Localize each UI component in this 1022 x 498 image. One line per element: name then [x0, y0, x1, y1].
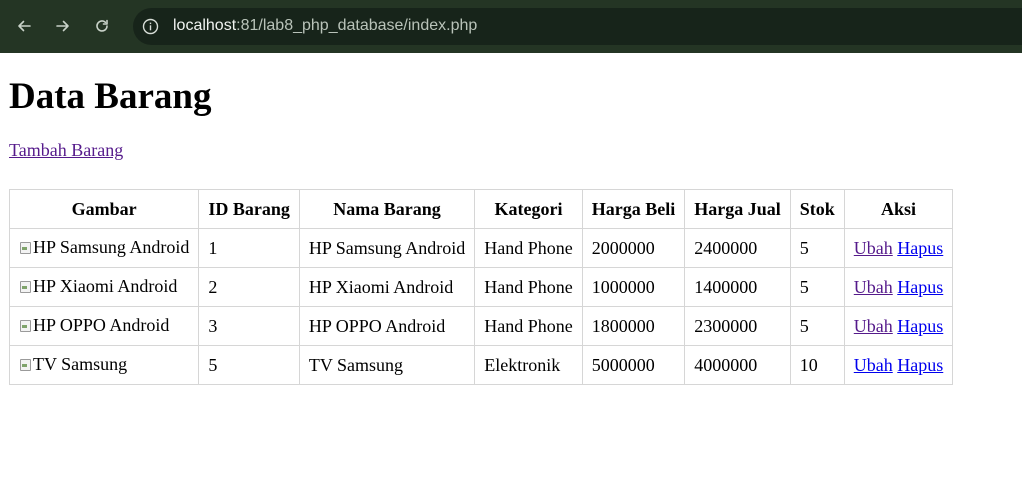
edit-link[interactable]: Ubah: [854, 355, 893, 375]
broken-image-icon: [19, 279, 31, 294]
category-cell: Elektronik: [474, 345, 583, 385]
broken-image: TV Samsung: [19, 354, 127, 375]
action-cell: Ubah Hapus: [843, 228, 954, 268]
buy-price-cell: 1000000: [581, 267, 686, 307]
broken-image: HP Samsung Android: [19, 237, 189, 258]
name-cell: HP Xiaomi Android: [298, 267, 476, 307]
sell-price-cell: 4000000: [684, 345, 791, 385]
header-aksi: Aksi: [843, 189, 954, 229]
table-row: HP Xiaomi Android 2 HP Xiaomi Android Ha…: [8, 267, 954, 307]
image-cell: HP Xiaomi Android: [8, 267, 200, 307]
edit-link[interactable]: Ubah: [854, 277, 893, 297]
buy-price-cell: 1800000: [581, 306, 686, 346]
id-cell: 2: [198, 267, 300, 307]
edit-link[interactable]: Ubah: [854, 316, 893, 336]
header-harga-beli: Harga Beli: [581, 189, 686, 229]
url-path: :81/lab8_php_database/index.php: [236, 17, 478, 34]
delete-link[interactable]: Hapus: [897, 277, 943, 297]
buy-price-cell: 2000000: [581, 228, 686, 268]
add-item-link[interactable]: Tambah Barang: [9, 140, 123, 161]
sell-price-cell: 1400000: [684, 267, 791, 307]
info-icon[interactable]: [142, 18, 159, 35]
action-cell: Ubah Hapus: [843, 345, 954, 385]
image-cell: HP Samsung Android: [8, 228, 200, 268]
image-cell: HP OPPO Android: [8, 306, 200, 346]
image-alt-text: HP Xiaomi Android: [33, 275, 178, 296]
sell-price-cell: 2300000: [684, 306, 791, 346]
sell-price-cell: 2400000: [684, 228, 791, 268]
edit-link[interactable]: Ubah: [854, 238, 893, 258]
id-cell: 3: [198, 306, 300, 346]
category-cell: Hand Phone: [474, 228, 583, 268]
broken-image-icon: [19, 318, 31, 333]
url-text[interactable]: localhost:81/lab8_php_database/index.php: [173, 17, 477, 35]
reload-button[interactable]: [89, 13, 115, 39]
back-button[interactable]: [11, 13, 37, 39]
image-alt-text: HP Samsung Android: [33, 236, 190, 257]
buy-price-cell: 5000000: [581, 345, 686, 385]
id-cell: 5: [198, 345, 300, 385]
stock-cell: 5: [789, 267, 845, 307]
image-alt-text: HP OPPO Android: [33, 314, 170, 335]
delete-link[interactable]: Hapus: [897, 238, 943, 258]
table-row: TV Samsung 5 TV Samsung Elektronik 50000…: [8, 345, 954, 385]
header-nama-barang: Nama Barang: [298, 189, 476, 229]
image-alt-text: TV Samsung: [33, 353, 128, 374]
id-cell: 1: [198, 228, 300, 268]
header-kategori: Kategori: [474, 189, 583, 229]
table-row: HP Samsung Android 1 HP Samsung Android …: [8, 228, 954, 268]
stock-cell: 10: [789, 345, 845, 385]
delete-link[interactable]: Hapus: [897, 316, 943, 336]
address-bar[interactable]: localhost:81/lab8_php_database/index.php: [133, 8, 1022, 45]
name-cell: HP OPPO Android: [298, 306, 476, 346]
header-harga-jual: Harga Jual: [684, 189, 791, 229]
action-cell: Ubah Hapus: [843, 306, 954, 346]
header-gambar: Gambar: [8, 189, 200, 229]
broken-image: HP OPPO Android: [19, 315, 169, 336]
name-cell: HP Samsung Android: [298, 228, 476, 268]
reload-icon: [96, 19, 108, 32]
action-cell: Ubah Hapus: [843, 267, 954, 307]
table-header-row: Gambar ID Barang Nama Barang Kategori Ha…: [8, 189, 954, 229]
name-cell: TV Samsung: [298, 345, 476, 385]
broken-image-icon: [19, 357, 31, 372]
header-stok: Stok: [789, 189, 845, 229]
forward-button[interactable]: [50, 13, 76, 39]
page-title: Data Barang: [9, 76, 212, 117]
category-cell: Hand Phone: [474, 306, 583, 346]
arrow-right-icon: [56, 20, 69, 32]
items-table: Gambar ID Barang Nama Barang Kategori Ha…: [8, 189, 954, 385]
header-id-barang: ID Barang: [198, 189, 300, 229]
stock-cell: 5: [789, 306, 845, 346]
broken-image-icon: [19, 240, 31, 255]
table-row: HP OPPO Android 3 HP OPPO Android Hand P…: [8, 306, 954, 346]
arrow-left-icon: [18, 20, 31, 32]
delete-link[interactable]: Hapus: [897, 355, 943, 375]
url-host: localhost: [173, 17, 237, 34]
browser-toolbar: localhost:81/lab8_php_database/index.php: [0, 0, 1022, 53]
image-cell: TV Samsung: [8, 345, 200, 385]
broken-image: HP Xiaomi Android: [19, 276, 177, 297]
stock-cell: 5: [789, 228, 845, 268]
category-cell: Hand Phone: [474, 267, 583, 307]
